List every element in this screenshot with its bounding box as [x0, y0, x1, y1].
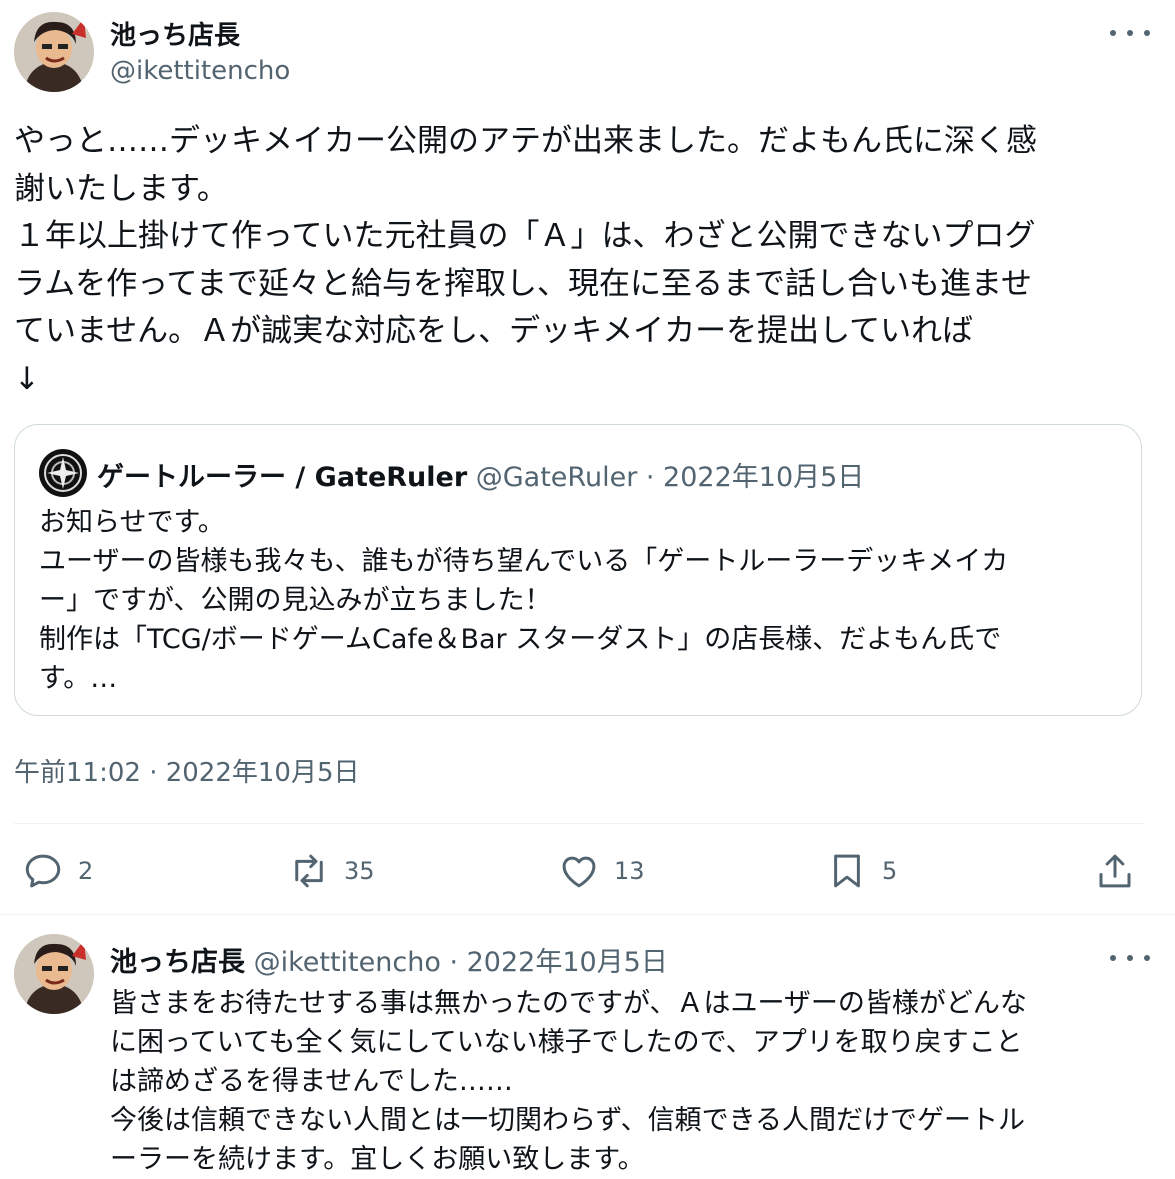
retweet-icon: [295, 854, 323, 888]
quoted-author-name: ゲートルーラー / GateRuler: [97, 462, 468, 493]
author-name[interactable]: 池っち店長: [110, 15, 240, 52]
like-count: 13: [614, 857, 645, 885]
bookmark-button[interactable]: 5: [826, 846, 897, 896]
reply-icon: [25, 854, 61, 888]
like-button[interactable]: 13: [558, 846, 645, 896]
reply-tweet-text: 皆さまをお待たせする事は無かったのですが、Ａはユーザーの皆様がどんな に困ってい…: [110, 988, 1027, 1175]
reply-date[interactable]: · 2022年10月5日: [449, 947, 667, 978]
quoted-author-handle: @GateRuler: [475, 462, 638, 493]
reply-count: 2: [78, 857, 94, 885]
more-icon[interactable]: [1110, 23, 1150, 43]
retweet-count: 35: [344, 857, 375, 885]
more-icon[interactable]: [1110, 948, 1150, 968]
reply-author-handle[interactable]: @ikettitencho: [254, 947, 441, 978]
tweet-separator: [0, 914, 1175, 915]
bookmark-icon: [834, 854, 860, 888]
reply-header: 池っち店長 @ikettitencho · 2022年10月5日: [110, 940, 668, 979]
share-button[interactable]: [1094, 846, 1136, 896]
quoted-author-avatar: [39, 449, 87, 497]
divider: [14, 823, 1144, 824]
bookmark-count: 5: [882, 857, 898, 885]
retweet-button[interactable]: 35: [288, 846, 375, 896]
tweet-text: やっと……デッキメイカー公開のアテが出来ました。だよもん氏に深く感 謝いたします…: [14, 123, 1037, 397]
reply-author-avatar[interactable]: [14, 934, 94, 1014]
tweet-timestamp[interactable]: 午前11:02 · 2022年10月5日: [14, 752, 360, 789]
quoted-tweet-date: · 2022年10月5日: [645, 462, 865, 493]
author-avatar[interactable]: [14, 12, 94, 92]
quoted-tweet-card[interactable]: ゲートルーラー / GateRuler @GateRuler · 2022年10…: [14, 424, 1142, 716]
author-handle[interactable]: @ikettitencho: [110, 56, 290, 86]
quoted-tweet-header: ゲートルーラー / GateRuler @GateRuler · 2022年10…: [97, 455, 864, 494]
like-icon: [562, 856, 596, 888]
reply-author-name[interactable]: 池っち店長: [110, 947, 245, 978]
quoted-tweet-text: お知らせです。 ユーザーの皆様も我々も、誰もが待ち望んでいる「ゲートルーラーデッ…: [39, 507, 1009, 694]
share-icon: [1099, 854, 1131, 888]
reply-button[interactable]: 2: [22, 846, 93, 896]
